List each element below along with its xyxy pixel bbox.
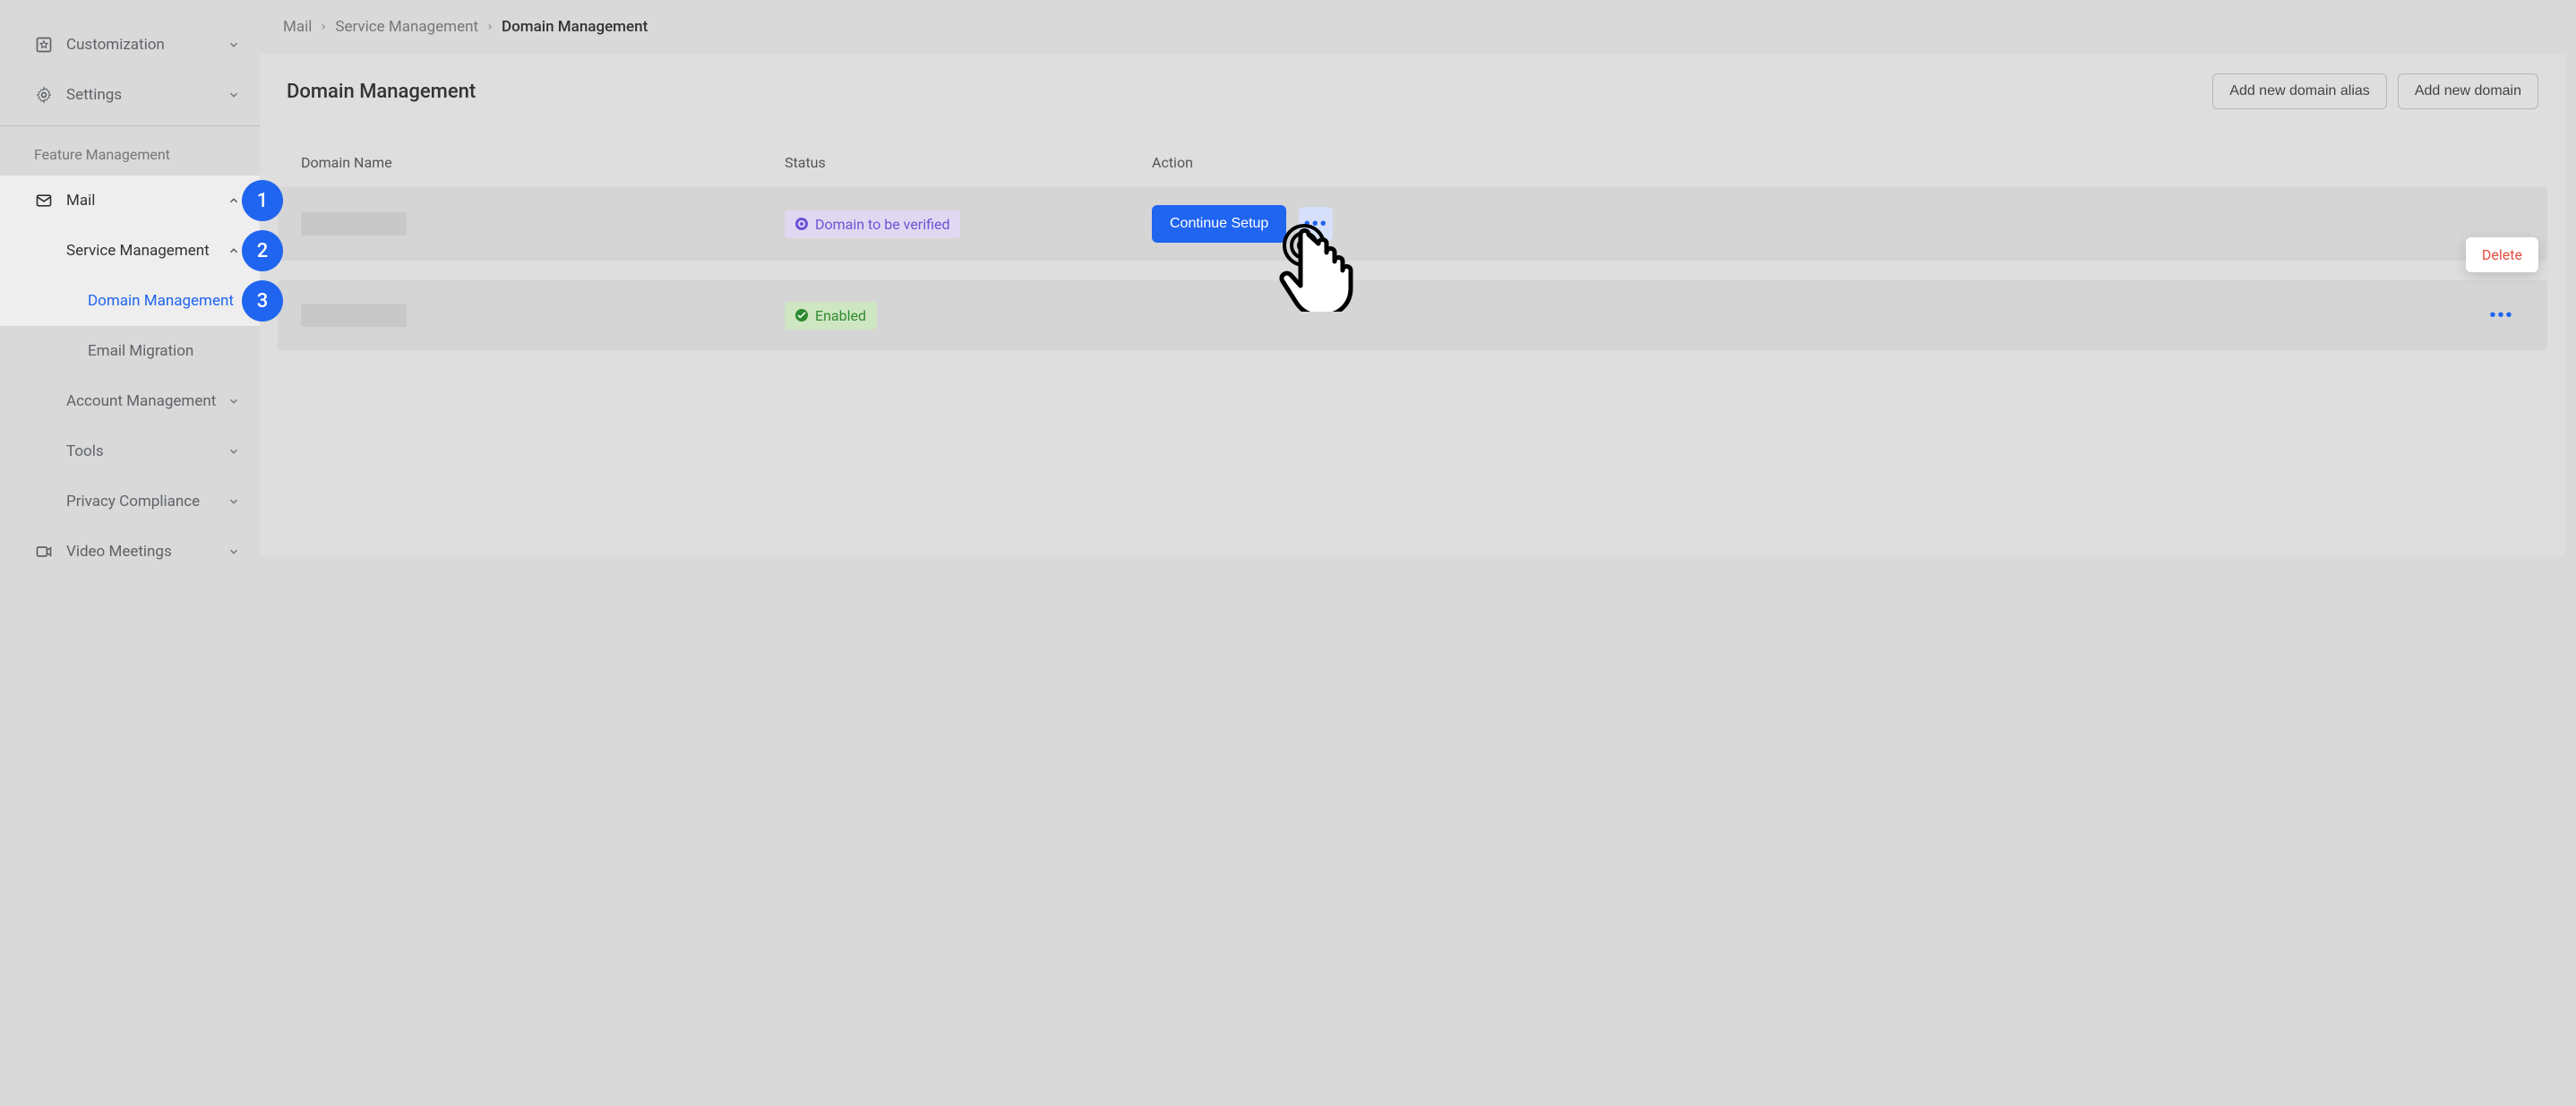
chevron-down-icon bbox=[226, 395, 242, 407]
status-label: Enabled bbox=[815, 307, 866, 324]
chevron-down-icon bbox=[226, 445, 242, 458]
sidebar-item-account-management[interactable]: Account Management bbox=[0, 376, 260, 426]
sidebar-item-service-management[interactable]: Service Management 2 bbox=[0, 226, 260, 276]
add-domain-button[interactable]: Add new domain bbox=[2398, 73, 2538, 109]
continue-setup-button[interactable]: Continue Setup bbox=[1152, 205, 1286, 243]
sidebar-item-customization[interactable]: Customization bbox=[0, 20, 260, 70]
mail-icon bbox=[34, 191, 54, 210]
breadcrumb-link-service-management[interactable]: Service Management bbox=[335, 18, 478, 36]
panel: Domain Management Add new domain alias A… bbox=[260, 54, 2565, 555]
more-horizontal-icon: ••• bbox=[2489, 306, 2513, 324]
chevron-up-icon bbox=[226, 194, 242, 207]
chevron-up-icon bbox=[226, 244, 242, 257]
sidebar-item-privacy-compliance[interactable]: Privacy Compliance bbox=[0, 476, 260, 527]
sidebar-item-label: Video Meetings bbox=[66, 543, 226, 561]
cell-status: Domain to be verified bbox=[785, 210, 1152, 238]
table-header-row: Domain Name Status Action bbox=[278, 138, 2547, 187]
sidebar-item-label: Mail bbox=[66, 192, 226, 210]
table-row: Domain to be verified Continue Setup •••… bbox=[278, 187, 2547, 261]
chevron-right-icon bbox=[485, 22, 494, 31]
chevron-down-icon bbox=[226, 39, 242, 51]
column-header-domain-name: Domain Name bbox=[301, 154, 785, 171]
gear-icon bbox=[34, 85, 54, 105]
sidebar-item-label: Service Management bbox=[66, 242, 226, 260]
sidebar-item-label: Domain Management bbox=[88, 292, 242, 310]
cell-domain-name bbox=[301, 304, 785, 327]
page-title: Domain Management bbox=[287, 81, 2202, 103]
cell-action: Continue Setup ••• bbox=[1152, 205, 2524, 243]
breadcrumb: Mail Service Management Domain Managemen… bbox=[260, 9, 2576, 54]
status-badge-to-verify: Domain to be verified bbox=[785, 210, 960, 238]
cell-action: ••• bbox=[1152, 298, 2524, 332]
sidebar-item-label: Account Management bbox=[66, 392, 226, 410]
sidebar-item-mail[interactable]: Mail 1 bbox=[0, 176, 260, 226]
chevron-down-icon bbox=[226, 495, 242, 508]
sidebar-item-label: Privacy Compliance bbox=[66, 493, 226, 510]
sidebar-item-video-meetings[interactable]: Video Meetings bbox=[0, 527, 260, 577]
annotation-badge-3: 3 bbox=[242, 280, 283, 322]
table-row: Enabled ••• bbox=[278, 280, 2547, 350]
row-more-actions-button[interactable]: ••• bbox=[1299, 207, 1333, 241]
panel-header: Domain Management Add new domain alias A… bbox=[260, 54, 2565, 129]
domain-table: Domain Name Status Action Domain to be v… bbox=[260, 129, 2565, 350]
sidebar-item-label: Email Migration bbox=[88, 342, 242, 360]
chevron-right-icon bbox=[319, 22, 328, 31]
column-header-status: Status bbox=[785, 154, 1152, 171]
app-root: Customization Settings Feature Managemen… bbox=[0, 0, 2576, 1106]
delete-label: Delete bbox=[2482, 246, 2522, 263]
more-horizontal-icon: ••• bbox=[1304, 215, 1328, 233]
chevron-down-icon bbox=[226, 89, 242, 101]
sidebar: Customization Settings Feature Managemen… bbox=[0, 0, 260, 1106]
add-domain-alias-button[interactable]: Add new domain alias bbox=[2212, 73, 2387, 109]
sidebar-divider bbox=[0, 125, 260, 126]
checkmark-circle-icon bbox=[795, 309, 808, 322]
sidebar-section-label: Feature Management bbox=[0, 139, 260, 176]
customization-icon bbox=[34, 35, 54, 55]
cell-status: Enabled bbox=[785, 302, 1152, 330]
status-label: Domain to be verified bbox=[815, 216, 949, 233]
status-dot-icon bbox=[795, 218, 808, 230]
video-icon bbox=[34, 542, 54, 562]
main-content: Mail Service Management Domain Managemen… bbox=[260, 0, 2576, 1106]
row-more-actions-button[interactable]: ••• bbox=[2485, 298, 2519, 332]
sidebar-item-tools[interactable]: Tools bbox=[0, 426, 260, 476]
chevron-down-icon bbox=[226, 545, 242, 558]
annotation-badge-2: 2 bbox=[242, 230, 283, 271]
column-header-action: Action bbox=[1152, 154, 2524, 171]
sidebar-item-settings[interactable]: Settings bbox=[0, 70, 260, 120]
cell-domain-name bbox=[301, 212, 785, 236]
sidebar-item-label: Customization bbox=[66, 36, 226, 54]
annotation-badge-1: 1 bbox=[242, 180, 283, 221]
delete-popover[interactable]: Delete bbox=[2466, 237, 2538, 272]
sidebar-item-label: Settings bbox=[66, 86, 226, 104]
sidebar-item-domain-management[interactable]: Domain Management 3 bbox=[0, 276, 260, 326]
redacted-placeholder bbox=[301, 304, 407, 327]
sidebar-item-email-migration[interactable]: Email Migration bbox=[0, 326, 260, 376]
sidebar-item-label: Tools bbox=[66, 442, 226, 460]
status-badge-enabled: Enabled bbox=[785, 302, 877, 330]
breadcrumb-current: Domain Management bbox=[502, 18, 648, 36]
redacted-placeholder bbox=[301, 212, 407, 236]
breadcrumb-link-mail[interactable]: Mail bbox=[283, 18, 312, 36]
